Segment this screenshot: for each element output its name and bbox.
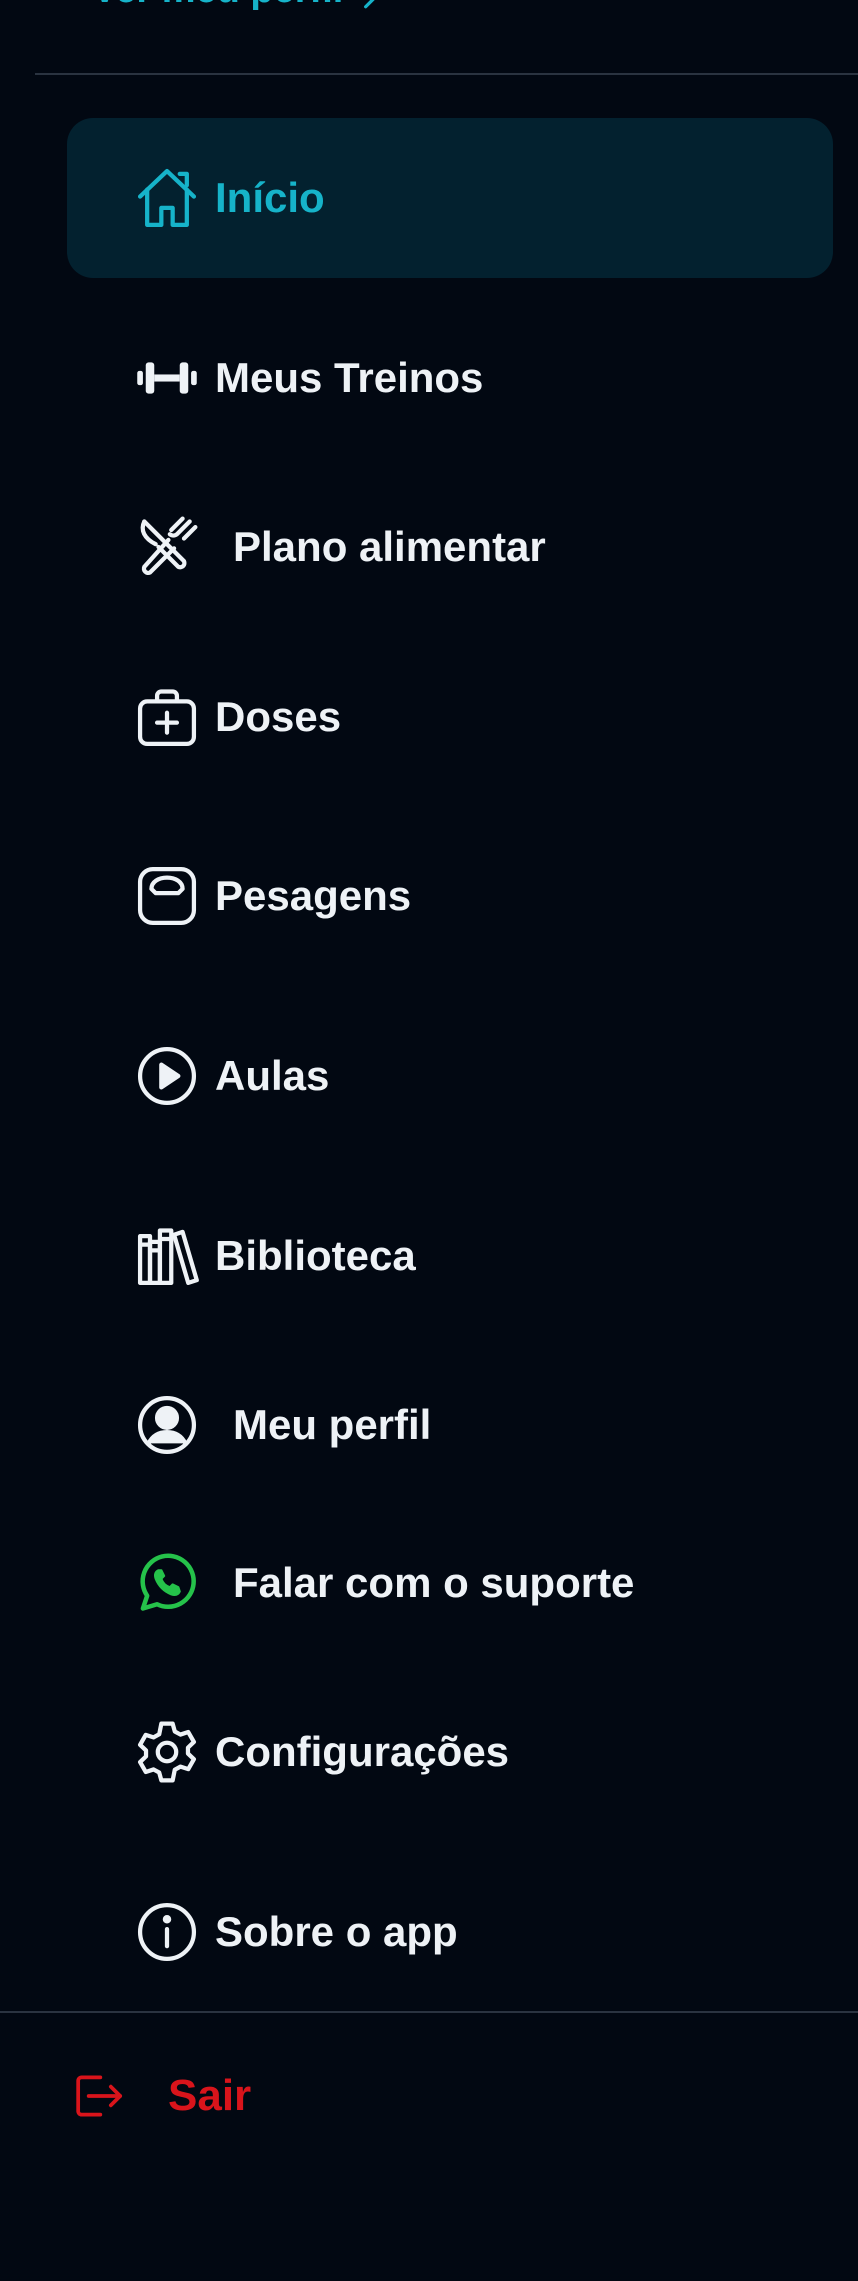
menu-item-falar-com-suporte[interactable]: Falar com o suporte [67, 1503, 833, 1663]
view-profile-link[interactable]: Ver meu perfil [92, 0, 383, 14]
menu-item-pesagens[interactable]: Pesagens [67, 816, 833, 976]
logout-icon [70, 2068, 126, 2124]
chevron-right-icon [357, 0, 383, 9]
scale-icon [133, 862, 201, 930]
menu-item-inicio[interactable]: Início [67, 118, 833, 278]
whatsapp-icon [133, 1549, 201, 1617]
menu-item-biblioteca[interactable]: Biblioteca [67, 1176, 833, 1336]
info-icon [133, 1898, 201, 1966]
menu-item-label: Sobre o app [215, 1908, 458, 1955]
menu-item-label: Meus Treinos [215, 354, 484, 401]
menu-item-label: Início [215, 174, 325, 221]
logout-label: Sair [168, 2071, 252, 2120]
menu-item-doses[interactable]: Doses [67, 637, 833, 797]
menu-item-configuracoes[interactable]: Configurações [67, 1672, 833, 1832]
user-circle-icon [133, 1391, 201, 1459]
gear-icon [133, 1718, 201, 1786]
menu-item-label: Aulas [215, 1052, 330, 1099]
top-divider [35, 73, 858, 75]
menu-item-label: Meu perfil [233, 1401, 432, 1448]
menu-item-label: Falar com o suporte [233, 1559, 635, 1606]
home-icon [133, 164, 201, 232]
menu-item-label: Plano alimentar [233, 523, 546, 570]
logout-button[interactable]: Sair [70, 2060, 251, 2132]
menu-item-meu-perfil[interactable]: Meu perfil [67, 1345, 833, 1505]
menu-item-label: Pesagens [215, 872, 412, 919]
menu-item-plano-alimentar[interactable]: Plano alimentar [67, 467, 833, 627]
menu-item-label: Configurações [215, 1728, 510, 1775]
menu-item-sobre-o-app[interactable]: Sobre o app [67, 1852, 833, 2012]
view-profile-label: Ver meu perfil [92, 0, 343, 12]
menu-item-label: Biblioteca [215, 1232, 416, 1279]
bottom-divider [0, 2011, 858, 2013]
dumbbell-icon [133, 344, 201, 412]
menu-item-meus-treinos[interactable]: Meus Treinos [67, 298, 833, 458]
fork-knife-icon [133, 513, 201, 581]
menu-item-label: Doses [215, 693, 342, 740]
books-icon [133, 1222, 201, 1290]
play-circle-icon [133, 1042, 201, 1110]
medical-kit-icon [133, 683, 201, 751]
menu-item-aulas[interactable]: Aulas [67, 996, 833, 1156]
